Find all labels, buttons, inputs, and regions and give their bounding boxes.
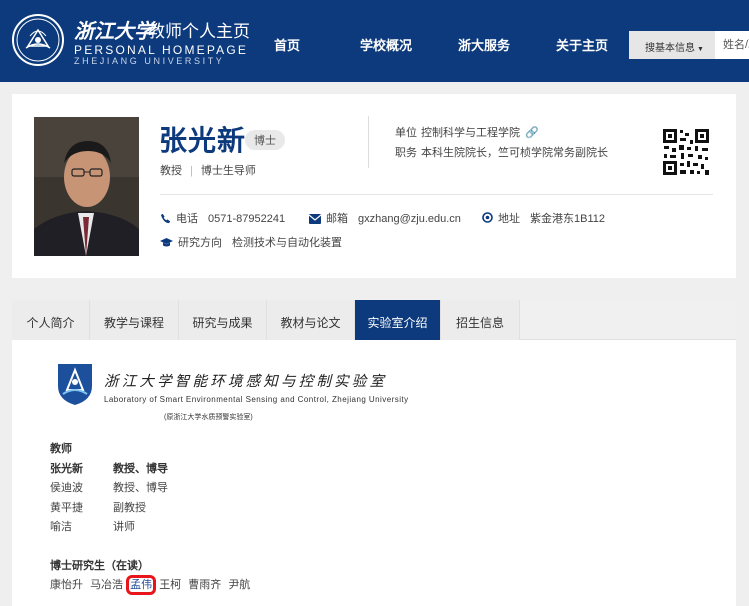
teacher-row: 黄平捷 副教授 <box>50 499 146 515</box>
phone-value: 0571-87952241 <box>208 213 286 225</box>
teacher-name: 黄平捷 <box>50 502 83 514</box>
org-label: 单位 <box>395 127 417 139</box>
lab-name-cn: 浙江大学智能环境感知与控制实验室 <box>104 374 388 390</box>
org-info: 单位 控制科学与工程学院 🔗 <box>395 124 539 140</box>
degree-badge: 博士 <box>245 130 285 150</box>
profile-photo <box>34 117 139 256</box>
tab-teaching[interactable]: 教学与课程 <box>90 300 179 340</box>
teacher-title: 讲师 <box>113 521 135 533</box>
mail-icon <box>308 214 322 227</box>
teacher-title: 副教授 <box>113 502 146 514</box>
university-emblem-icon[interactable] <box>12 14 64 66</box>
lab-shield-icon <box>56 362 94 406</box>
nav-about[interactable]: 关于主页 <box>556 35 608 54</box>
phd-student: 马冶浩 <box>90 579 124 591</box>
teacher-row: 侯迪波 教授、博导 <box>50 479 168 495</box>
tab-lab[interactable]: 实验室介绍 <box>355 300 441 340</box>
address-info: 地址 紫金港东1B112 <box>482 210 605 227</box>
duty-label: 职务 <box>395 147 417 159</box>
logo-site-title[interactable]: 教师个人主页 <box>148 17 250 42</box>
profile-name: 张光新 <box>159 125 247 156</box>
email-label: 邮箱 <box>326 213 348 225</box>
title-divider: | <box>190 165 193 177</box>
nav-home[interactable]: 首页 <box>274 35 300 54</box>
nav-school-overview[interactable]: 学校概况 <box>360 35 412 54</box>
teacher-row: 张光新 教授、博导 <box>50 460 168 476</box>
org-value[interactable]: 控制科学与工程学院 <box>421 127 520 139</box>
phd-student: 康怡升 <box>50 579 83 591</box>
address-value: 紫金港东1B112 <box>530 213 605 225</box>
teacher-title: 教授、博导 <box>113 463 168 475</box>
phone-info: 电话 0571-87952241 <box>160 210 285 227</box>
logo-university-name[interactable]: 浙江大学 <box>74 15 154 44</box>
link-icon[interactable]: 🔗 <box>525 126 539 139</box>
tab-research[interactable]: 研究与成果 <box>179 300 267 340</box>
qr-code-icon[interactable] <box>662 128 710 176</box>
research-info: 研究方向 检测技术与自动化装置 <box>160 234 342 251</box>
graduation-cap-icon <box>160 238 173 251</box>
phd-student: 曹雨齐 <box>188 579 222 591</box>
teachers-heading: 教师 <box>50 443 72 455</box>
academic-title: 教授 <box>160 165 182 177</box>
phd-student: 王柯 <box>159 579 182 591</box>
tab-profile[interactable]: 个人简介 <box>12 300 90 340</box>
research-value: 检测技术与自动化装置 <box>232 237 342 249</box>
duty-value: 本科生院院长，竺可桢学院常务副院长 <box>421 147 608 159</box>
phone-label: 电话 <box>176 213 198 225</box>
location-icon <box>482 212 493 227</box>
search-type-label: 搜基本信息 <box>645 43 695 54</box>
phd-student-list: 康怡升 马冶浩 孟伟 王柯 曹雨齐 尹航 <box>50 575 254 595</box>
tab-bar: 个人简介 教学与课程 研究与成果 教材与论文 实验室介绍 招生信息 <box>12 300 736 340</box>
profile-titles: 教授 | 博士生导师 <box>160 162 256 178</box>
teacher-name: 喻洁 <box>50 521 72 533</box>
logo-english-university: ZHEJIANG UNIVERSITY <box>74 56 225 66</box>
top-header: 浙江大学 教师个人主页 PERSONAL HOMEPAGE ZHEJIANG U… <box>0 0 749 82</box>
nav-zju-services[interactable]: 浙大服务 <box>458 35 510 54</box>
email-info: 邮箱 gxzhang@zju.edu.cn <box>308 210 461 227</box>
lab-name-en: Laboratory of Smart Environmental Sensin… <box>104 395 409 404</box>
profile-card: 张光新 博士 教授 | 博士生导师 单位 控制科学与工程学院 🔗 职务 本科生院院长，竺可… <box>12 94 736 278</box>
teacher-name: 侯迪波 <box>50 482 83 494</box>
teacher-title: 教授、博导 <box>113 482 168 494</box>
logo-english-title: PERSONAL HOMEPAGE <box>74 43 249 57</box>
phd-student-highlighted[interactable]: 孟伟 <box>126 575 157 595</box>
address-label: 地址 <box>498 213 520 225</box>
content-panel: 个人简介 教学与课程 研究与成果 教材与论文 实验室介绍 招生信息 浙江大学智能… <box>12 300 736 606</box>
vertical-divider <box>368 116 369 168</box>
duty-info: 职务 本科生院院长，竺可桢学院常务副院长 <box>395 144 608 160</box>
tab-publications[interactable]: 教材与论文 <box>267 300 355 340</box>
search-input[interactable] <box>715 31 749 59</box>
phone-icon <box>160 213 171 227</box>
tab-admissions[interactable]: 招生信息 <box>441 300 520 340</box>
teacher-row: 喻洁 讲师 <box>50 518 135 534</box>
chevron-down-icon: ▼ <box>697 46 704 53</box>
supervisor-title: 博士生导师 <box>200 165 256 177</box>
teacher-name: 张光新 <box>50 463 83 475</box>
email-value[interactable]: gxzhang@zju.edu.cn <box>358 213 461 225</box>
lab-subtitle: (原浙江大学水质预警实验室) <box>164 414 253 421</box>
research-label: 研究方向 <box>178 237 222 249</box>
horizontal-divider <box>160 194 713 195</box>
phd-student: 尹航 <box>228 579 251 591</box>
search-type-select[interactable]: 搜基本信息 ▼ <box>629 31 715 59</box>
phd-heading: 博士研究生（在读） <box>50 560 149 572</box>
